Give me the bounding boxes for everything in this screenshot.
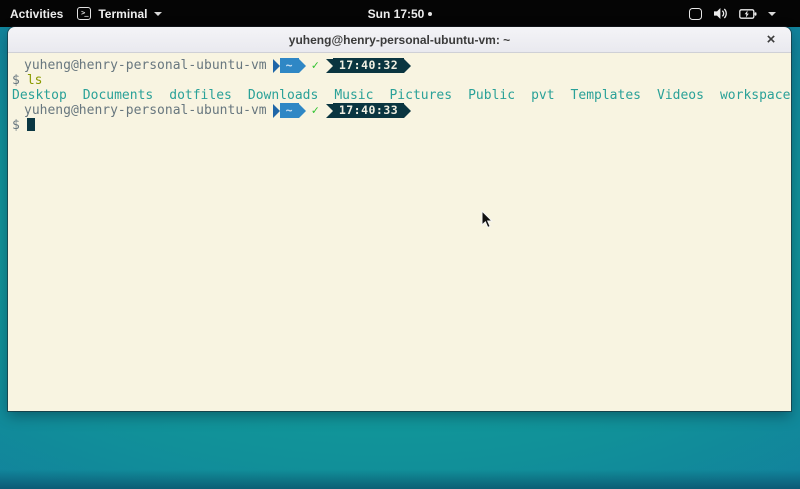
title-bar[interactable]: yuheng@henry-personal-ubuntu-vm: ~ ×: [8, 27, 791, 53]
powerline-arrow-icon: [299, 104, 306, 118]
notification-dot-icon: [428, 12, 432, 16]
app-menu-label: Terminal: [98, 7, 147, 21]
time-segment: 17:40:32: [333, 58, 404, 73]
system-status-area[interactable]: [689, 7, 800, 20]
directory-name: Downloads: [248, 88, 318, 103]
terminal-content[interactable]: yuheng@henry-personal-ubuntu-vm ~ ✓ 17:4…: [8, 53, 791, 411]
top-bar-left: Activities >_ Terminal: [0, 7, 689, 21]
prompt-symbol: $: [12, 73, 20, 88]
user-host-label: yuheng@henry-personal-ubuntu-vm: [24, 58, 267, 73]
terminal-icon: >_: [77, 7, 91, 20]
app-menu-button[interactable]: >_ Terminal: [77, 7, 162, 21]
directory-name: dotfiles: [169, 88, 232, 103]
chevron-down-icon: [768, 12, 776, 16]
powerline-arrow-icon: [273, 59, 280, 73]
ls-output-line: Desktop Documents dotfiles Downloads Music Pi…: [10, 88, 789, 103]
cwd-segment: ~: [280, 58, 299, 73]
clock-button[interactable]: Sun 17:50: [368, 7, 433, 21]
desktop: Activities >_ Terminal Sun 17:50: [0, 0, 800, 489]
directory-name: Desktop: [12, 88, 67, 103]
clock-label: Sun 17:50: [368, 7, 425, 21]
close-button[interactable]: ×: [759, 28, 783, 52]
user-host-label: yuheng@henry-personal-ubuntu-vm: [24, 103, 267, 118]
powerline-arrow-icon: [404, 104, 411, 118]
directory-name: Pictures: [389, 88, 452, 103]
prompt-line: yuheng@henry-personal-ubuntu-vm ~ ✓ 17:4…: [10, 58, 789, 73]
powerline-arrow-icon: [273, 104, 280, 118]
directory-name: Music: [334, 88, 373, 103]
volume-icon: [713, 7, 728, 20]
directory-name: Public: [468, 88, 515, 103]
cwd-segment: ~: [280, 103, 299, 118]
mouse-cursor: [481, 210, 494, 229]
activities-button[interactable]: Activities: [10, 7, 63, 21]
powerline-arrow-icon: [326, 104, 333, 118]
time-segment: 17:40:33: [333, 103, 404, 118]
top-bar: Activities >_ Terminal Sun 17:50: [0, 0, 800, 27]
prompt-line: yuheng@henry-personal-ubuntu-vm ~ ✓ 17:4…: [10, 103, 789, 118]
chevron-down-icon: [154, 12, 162, 16]
command-line: $ ls: [10, 73, 789, 88]
command-line-active[interactable]: $: [10, 118, 789, 133]
powerline-arrow-icon: [299, 59, 306, 73]
directory-name: pvt: [531, 88, 554, 103]
display-icon: [689, 8, 702, 20]
terminal-window: yuheng@henry-personal-ubuntu-vm: ~ × yuh…: [8, 27, 791, 411]
directory-name: workspace: [720, 88, 790, 103]
status-check-icon: ✓: [312, 58, 319, 73]
directory-name: Documents: [83, 88, 153, 103]
command-text: ls: [27, 73, 43, 88]
directory-name: Templates: [571, 88, 641, 103]
prompt-symbol: $: [12, 118, 20, 133]
status-check-icon: ✓: [312, 103, 319, 118]
directory-name: Videos: [657, 88, 704, 103]
battery-charging-icon: [739, 8, 757, 20]
powerline-arrow-icon: [404, 59, 411, 73]
powerline-arrow-icon: [326, 59, 333, 73]
text-cursor: [27, 118, 35, 131]
window-title: yuheng@henry-personal-ubuntu-vm: ~: [289, 33, 510, 47]
